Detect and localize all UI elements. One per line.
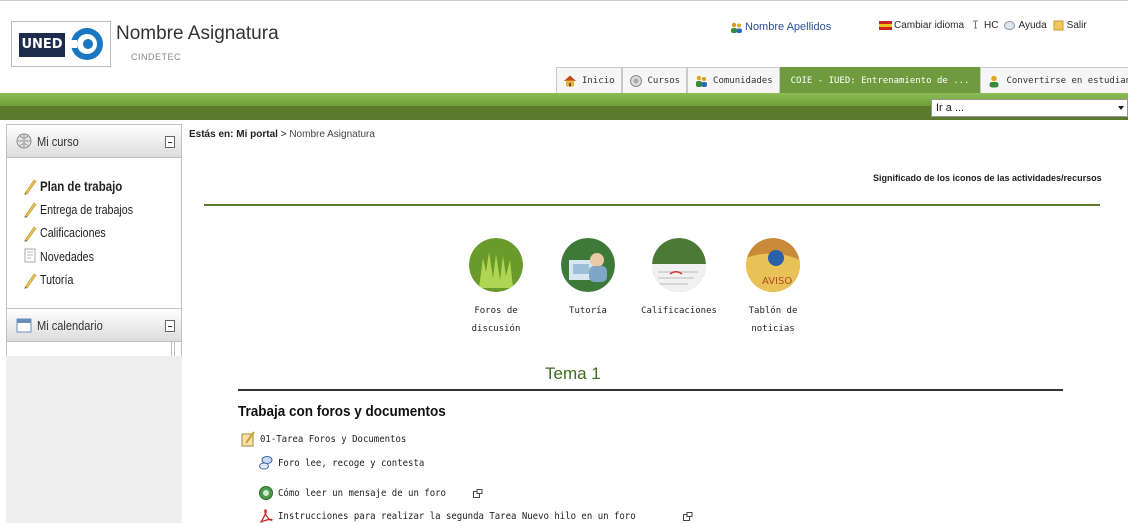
student-icon (989, 75, 999, 88)
uned-logo-mark-icon (71, 28, 103, 60)
activity-instrucciones[interactable]: Instrucciones para realizar la segunda T… (258, 508, 693, 523)
feature-tablon[interactable]: AVISO Tablón de noticias (728, 238, 818, 338)
sidebar-calendar-header[interactable]: Mi calendario (6, 308, 182, 342)
pencil-icon (24, 226, 37, 242)
calendar-icon (16, 318, 32, 333)
tema-title: Tema 1 (545, 364, 601, 383)
logo-text: UNED (19, 33, 65, 57)
help-link[interactable]: Ayuda (1003, 20, 1047, 31)
sidebar-mycourse-title: Mi curso (37, 133, 79, 149)
sidebar-calendar-title: Mi calendario (37, 317, 103, 333)
activity-tarea[interactable]: 01-Tarea Foros y Documentos (240, 431, 423, 447)
tema-divider (238, 389, 1063, 391)
document-icon (24, 248, 36, 263)
forums-icon (469, 238, 523, 292)
divider (204, 204, 1100, 206)
section-heading: Trabaja con foros y documentos (238, 403, 446, 420)
chevron-down-icon (1118, 106, 1124, 110)
uned-logo[interactable]: UNED (11, 21, 111, 67)
pin-icon (973, 20, 979, 29)
sidebar-item-tutoria[interactable]: Tutoría (22, 268, 181, 292)
sidebar-menu: Plan de trabajo Entrega de trabajos Cali… (6, 158, 182, 308)
tab-inicio[interactable]: Inicio (556, 67, 622, 94)
header: UNED Nombre Asignatura CINDETEC Nombre A… (0, 0, 1128, 94)
main-tabs: Inicio Cursos Comunidades COIE - IUED: E… (556, 67, 1128, 94)
exit-icon (1053, 20, 1064, 31)
top-links: Cambiar idioma HC Ayuda Salir (879, 20, 1087, 31)
help-icon (1004, 21, 1016, 30)
tab-cursos[interactable]: Cursos (621, 67, 688, 94)
breadcrumb-prefix: Estás en: (189, 129, 234, 140)
user-link[interactable]: Nombre Apellidos (730, 21, 831, 33)
feature-tutoria-label: Tutoría (569, 306, 607, 316)
pdf-icon (259, 509, 273, 523)
communities-icon (696, 75, 708, 87)
course-title: Nombre Asignatura (116, 23, 279, 44)
task-icon (241, 431, 255, 447)
sidebar: Mi curso Plan de trabajo Entrega de trab… (6, 124, 182, 523)
feature-foros-label: Foros de discusión (471, 306, 521, 334)
feature-tablon-label: Tablón de noticias (748, 306, 798, 334)
video-resource-icon (259, 486, 273, 500)
tab-coie-iued[interactable]: COIE - IUED: Entrenamiento de ... (779, 67, 981, 94)
external-link-icon[interactable] (472, 488, 483, 498)
collapse-icon[interactable] (165, 320, 175, 332)
sidebar-item-plan-de-trabajo[interactable]: Plan de trabajo (22, 174, 181, 198)
home-icon (564, 75, 576, 87)
activity-como-leer-mensaje[interactable]: Cómo leer un mensaje de un foro (258, 485, 483, 501)
tab-convertirse-estudiante[interactable]: Convertirse en estudiante (980, 67, 1128, 94)
svg-text:AVISO: AVISO (762, 276, 792, 287)
breadcrumb-separator: > (280, 129, 287, 140)
pencil-icon (24, 202, 37, 219)
goto-value: Ir a ... (936, 102, 965, 114)
user-icon (731, 22, 742, 33)
feature-calificaciones[interactable]: Calificaciones (634, 238, 724, 320)
tutoring-icon (561, 238, 615, 292)
user-name: Nombre Apellidos (745, 21, 832, 33)
hc-link[interactable]: HC (969, 20, 998, 31)
sidebar-mycourse-header[interactable]: Mi curso (6, 124, 182, 158)
course-globe-icon (16, 133, 32, 149)
notice-board-icon: AVISO (746, 238, 800, 292)
courses-icon (629, 75, 642, 87)
course-subtitle: CINDETEC (131, 52, 182, 62)
breadcrumb: Estás en: Mi portal > Nombre Asignatura (189, 129, 375, 140)
sidebar-item-entrega-trabajos[interactable]: Entrega de trabajos (22, 198, 181, 222)
collapse-icon[interactable] (165, 136, 175, 148)
external-link-icon[interactable] (683, 511, 693, 521)
activity-foro[interactable]: Foro lee, recoge y contesta (258, 455, 441, 471)
pencil-icon (24, 273, 37, 289)
goto-select[interactable]: Ir a ... (931, 99, 1128, 117)
breadcrumb-current: Nombre Asignatura (289, 129, 375, 140)
sidebar-item-novedades[interactable]: Novedades (22, 245, 181, 269)
breadcrumb-home-link[interactable]: Mi portal (236, 129, 278, 140)
flag-icon (879, 21, 892, 30)
icons-legend-link[interactable]: Significado de los iconos de las activid… (873, 173, 1102, 183)
feature-foros[interactable]: Foros de discusión (451, 238, 541, 338)
feature-calificaciones-label: Calificaciones (641, 306, 717, 316)
calendar-body (6, 342, 182, 356)
tab-comunidades[interactable]: Comunidades (687, 67, 780, 94)
forum-icon (259, 456, 273, 470)
grades-icon (652, 238, 706, 292)
logout-link[interactable]: Salir (1052, 20, 1087, 31)
pencil-icon (24, 179, 37, 195)
sidebar-item-calificaciones[interactable]: Calificaciones (22, 221, 181, 245)
feature-tutoria[interactable]: Tutoría (543, 238, 633, 320)
change-language-link[interactable]: Cambiar idioma (879, 20, 964, 31)
